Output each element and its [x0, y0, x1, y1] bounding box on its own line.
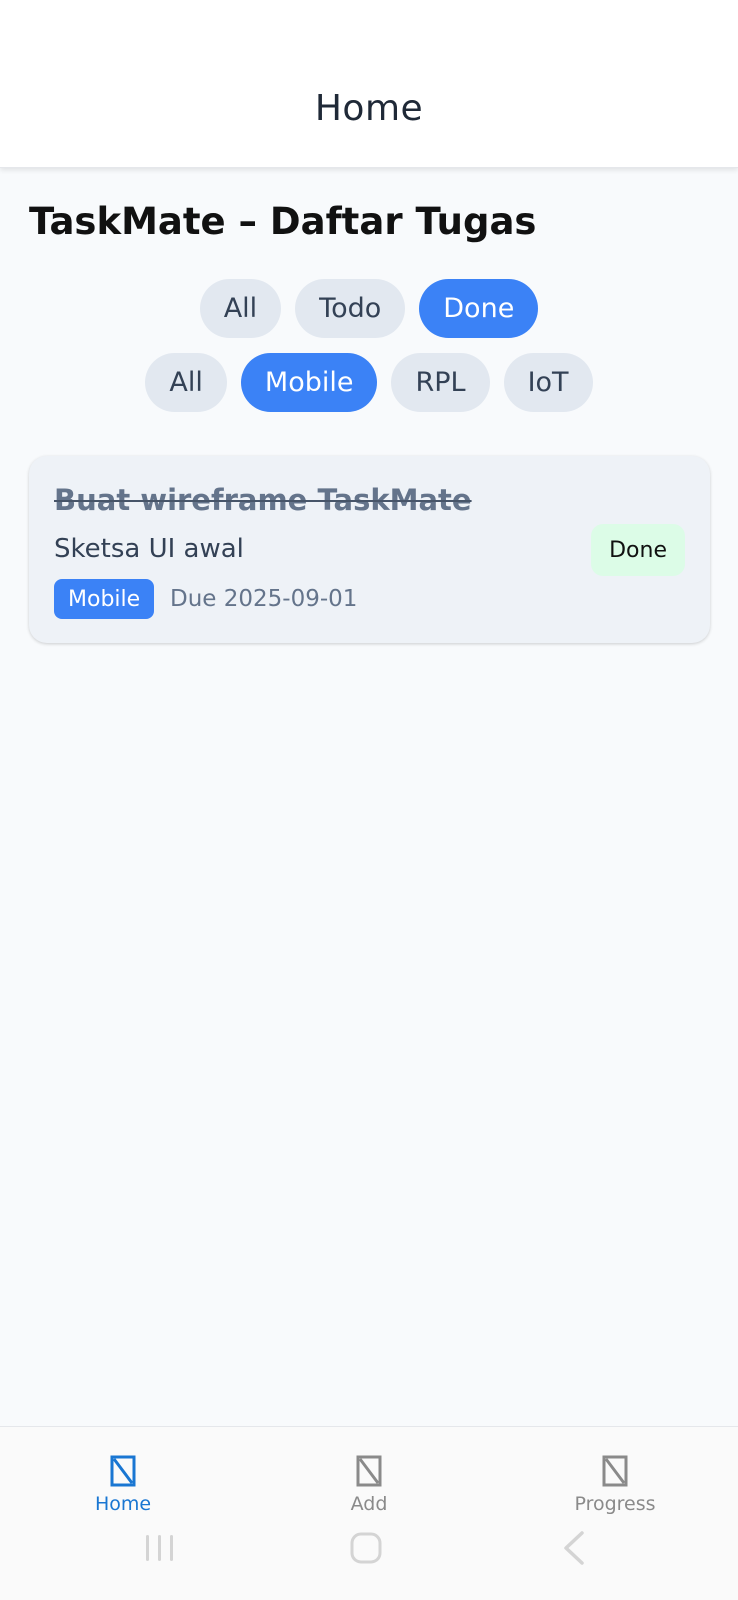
task-status-badge: Done [591, 524, 685, 576]
category-chip-rpl[interactable]: RPL [391, 353, 490, 412]
category-chip-iot[interactable]: IoT [503, 353, 593, 412]
status-chip-todo[interactable]: Todo [295, 279, 406, 338]
nav-item-progress[interactable]: Progress [535, 1455, 695, 1515]
category-filter-row: All Mobile RPL IoT [0, 353, 738, 412]
nav-item-add[interactable]: Add [289, 1455, 449, 1515]
back-icon[interactable] [560, 1530, 588, 1566]
status-chip-done[interactable]: Done [419, 279, 539, 338]
task-category-tag: Mobile [54, 579, 155, 619]
category-chip-all[interactable]: All [145, 353, 227, 412]
nav-label-add: Add [350, 1493, 388, 1515]
status-chip-all[interactable]: All [199, 279, 282, 338]
recent-apps-icon[interactable] [144, 1530, 176, 1566]
task-description: Sketsa UI awal [54, 534, 244, 564]
status-filter-row: All Todo Done [0, 279, 738, 338]
page-title: TaskMate – Daftar Tugas [29, 200, 537, 243]
nav-label-progress: Progress [574, 1493, 656, 1515]
nav-item-home[interactable]: Home [43, 1455, 203, 1515]
placeholder-icon [356, 1455, 382, 1487]
nav-label-home: Home [94, 1493, 152, 1515]
task-due-date: Due 2025-09-01 [170, 586, 358, 612]
task-card[interactable]: Buat wireframe TaskMate Sketsa UI awal M… [29, 456, 710, 643]
task-title: Buat wireframe TaskMate [54, 483, 472, 517]
placeholder-icon [110, 1455, 136, 1487]
home-button-icon[interactable] [348, 1530, 384, 1566]
app-bar-title: Home [314, 88, 424, 129]
system-navigation-bar [0, 1530, 738, 1590]
placeholder-icon [602, 1455, 628, 1487]
app-bar: Home [0, 0, 738, 168]
category-chip-mobile[interactable]: Mobile [240, 353, 378, 412]
